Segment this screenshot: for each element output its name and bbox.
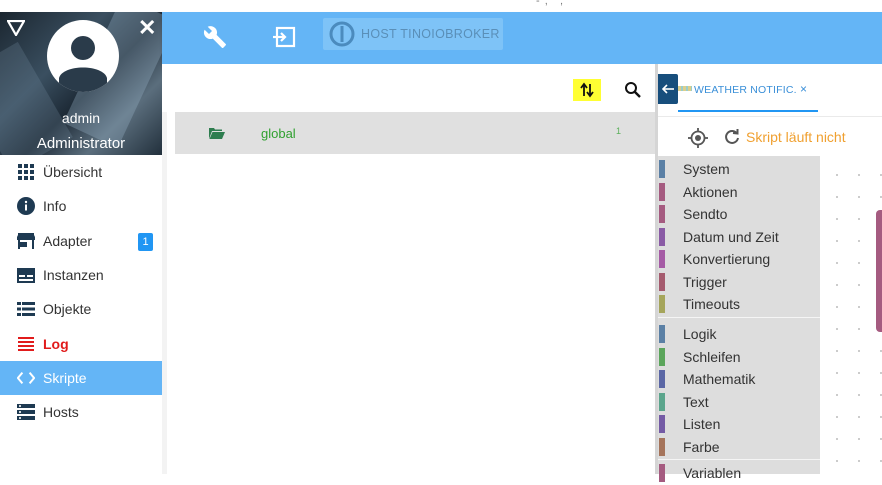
category-konvertierung[interactable]: Konvertierung [658,248,820,271]
host-label: HOST TINOIOBROKER [361,27,500,41]
code-icon [17,369,35,387]
menu-item-log[interactable]: Log [0,326,162,360]
status-text: Skript läuft nicht [746,129,846,145]
blockly-workspace[interactable] [820,156,882,474]
menu-item-uebersicht[interactable]: Übersicht [0,155,162,189]
profile-header: ✕ admin Administrator [0,12,162,155]
grid-icon [17,163,35,181]
sort-button[interactable] [573,79,601,101]
menu-item-hosts[interactable]: Hosts [0,395,162,429]
menu-label: Adapter [43,232,93,249]
menu-item-instanzen[interactable]: Instanzen [0,258,162,292]
menu-label: Objekte [43,301,92,318]
workspace-block[interactable] [876,210,882,332]
folder-row-global[interactable]: global 1 [175,112,655,154]
top-toolbar: HOST TINOIOBROKER [162,12,882,64]
category-logik[interactable]: Logik [658,323,820,346]
toolbox-separator [658,317,820,318]
category-schleifen[interactable]: Schleifen [658,346,820,369]
menu-label: Skripte [43,369,87,386]
tab-close-icon[interactable]: × [800,82,807,96]
menu-label: Hosts [43,404,79,421]
menu-label: Übersicht [43,164,103,181]
scripts-toolbar [162,64,655,112]
toolbox-separator [658,459,820,460]
arrow-left-icon [662,84,674,94]
category-mathematik[interactable]: Mathematik [658,368,820,391]
menu-item-skripte[interactable]: Skripte [0,360,162,396]
category-text[interactable]: Text [658,391,820,414]
avatar [47,20,119,92]
profile-username: admin [61,110,101,126]
host-selector[interactable]: HOST TINOIOBROKER [323,18,503,50]
menu-item-adapter[interactable]: Adapter 1 [0,224,162,258]
menu-label: Instanzen [43,267,104,284]
main-menu: Übersicht Info Adapter 1 Instanzen Objek… [0,155,162,429]
editor-tabbar: WEATHER NOTIFIC. × [658,64,882,112]
category-aktionen[interactable]: Aktionen [658,181,820,204]
settings-wrench-button[interactable] [199,22,231,52]
tab-weather-notific[interactable]: WEATHER NOTIFIC. × [678,74,818,112]
wrench-icon [203,26,226,48]
category-trigger[interactable]: Trigger [658,271,820,294]
category-variablen[interactable]: Variablen [658,462,820,485]
close-icon[interactable]: ✕ [138,17,156,39]
hosts-icon [17,403,35,421]
sort-arrows-icon [580,82,594,98]
reload-icon [725,129,739,144]
blockly-toolbox: System Aktionen Sendto Datum und Zeit Ko… [658,156,820,483]
editor-toolbar: Skript läuft nicht [658,116,882,158]
logout-button[interactable] [269,22,301,52]
menu-label: Log [43,335,69,352]
store-icon [17,232,35,250]
folder-count: 1 [616,126,622,136]
menu-item-objekte[interactable]: Objekte [0,292,162,326]
log-icon [17,335,35,353]
search-icon [625,82,641,98]
script-editor-panel: WEATHER NOTIFIC. × Skript läuft nicht Sy… [658,64,882,483]
profile-role: Administrator [36,135,126,152]
collapse-back-button[interactable] [658,74,678,104]
info-icon [17,197,35,216]
category-system[interactable]: System [658,158,820,181]
instances-icon [17,266,35,284]
search-button[interactable] [622,79,644,101]
category-sendto[interactable]: Sendto [658,203,820,226]
tab-label: WEATHER NOTIFIC. [694,84,797,96]
folder-open-icon [209,128,225,139]
script-status[interactable]: Skript läuft nicht [724,129,846,145]
adapter-update-badge: 1 [138,232,153,251]
crosshair-target-icon[interactable] [688,128,708,148]
logo-triangle-icon [7,20,25,36]
folder-name: global [261,125,296,141]
list-left-strip [162,112,167,474]
category-farbe[interactable]: Farbe [658,436,820,459]
top-fragment: - ; ' ; [536,0,565,7]
list-icon [17,300,35,318]
menu-item-info[interactable]: Info [0,189,162,223]
exit-icon [273,26,296,48]
category-datum-und-zeit[interactable]: Datum und Zeit [658,226,820,249]
sidebar: ✕ admin Administrator Übersicht Info Ada… [0,12,163,474]
iobroker-logo-icon [329,21,355,47]
category-listen[interactable]: Listen [658,413,820,436]
category-timeouts[interactable]: Timeouts [658,293,820,316]
menu-label: Info [43,198,67,215]
user-avatar-icon [59,36,107,92]
scripts-list-panel: global 1 [162,64,655,474]
